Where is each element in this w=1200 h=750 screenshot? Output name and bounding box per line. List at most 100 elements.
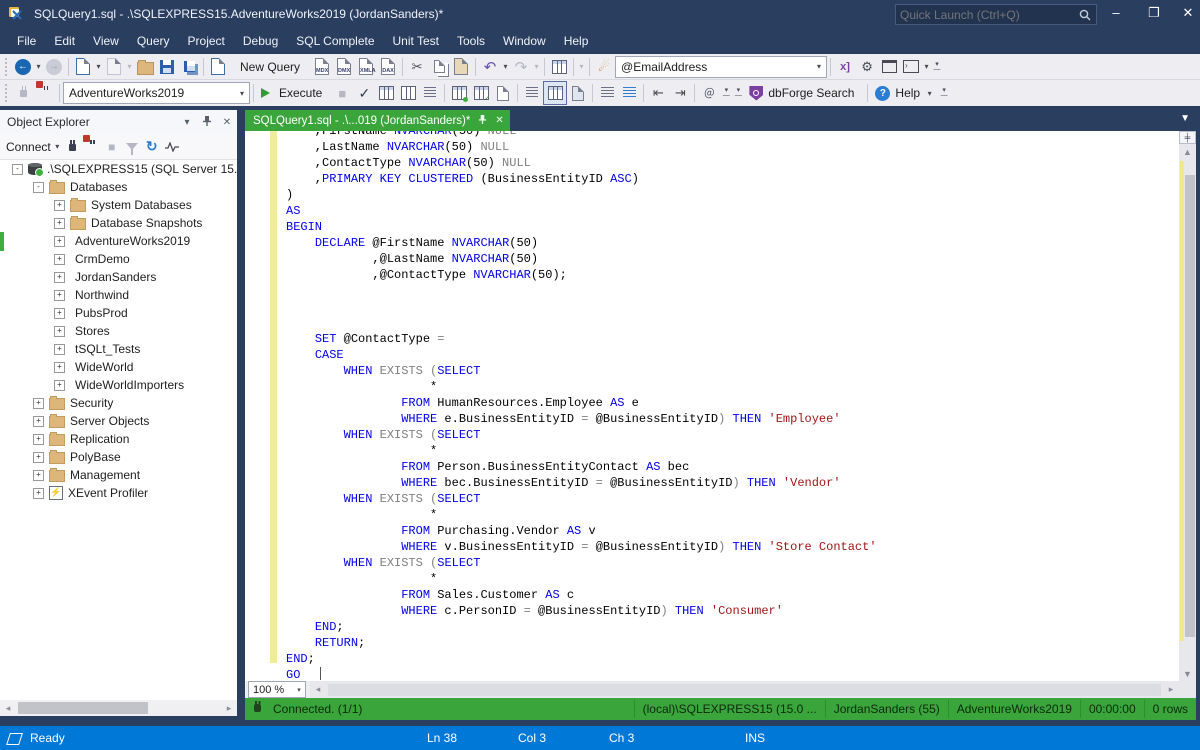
expand-icon[interactable]: + — [33, 416, 44, 427]
expand-icon[interactable]: + — [54, 326, 65, 337]
client-stats-icon[interactable] — [492, 82, 514, 104]
tree-item-jordansanders[interactable]: +JordanSanders — [0, 268, 237, 286]
expand-icon[interactable]: + — [54, 290, 65, 301]
toolbar1-overflow[interactable]: ▾— — [931, 62, 943, 72]
dax-query-icon[interactable]: DAX — [377, 56, 399, 78]
copy-icon[interactable] — [428, 56, 450, 78]
toolbar2-overflow-a[interactable]: ▾— — [720, 88, 732, 98]
query-options-icon[interactable] — [419, 82, 441, 104]
tree-item-server-objects[interactable]: +Server Objects — [0, 412, 237, 430]
scroll-thumb[interactable] — [18, 702, 148, 714]
paste-icon[interactable] — [450, 56, 472, 78]
query-designer-icon[interactable] — [397, 82, 419, 104]
new-file-icon[interactable] — [72, 56, 94, 78]
command-window-icon[interactable]: › — [900, 56, 922, 78]
expand-icon[interactable]: + — [54, 362, 65, 373]
editor-vscrollbar[interactable]: ╪ ▲ ▼ — [1179, 131, 1196, 681]
toolbar-grip[interactable] — [2, 58, 10, 76]
live-stats-icon[interactable]: ✓ — [470, 82, 492, 104]
tree-item-databases[interactable]: -Databases — [0, 178, 237, 196]
quick-launch-box[interactable] — [895, 4, 1097, 25]
toolbox-icon[interactable] — [878, 56, 900, 78]
tree-item-crmdemo[interactable]: +CrmDemo — [0, 250, 237, 268]
zoom-combo[interactable]: 100 %▾ — [248, 681, 306, 698]
expand-icon[interactable]: + — [33, 398, 44, 409]
undo-dropdown[interactable]: ▾ — [501, 56, 510, 78]
expand-icon[interactable]: + — [33, 488, 44, 499]
menu-item-view[interactable]: View — [84, 28, 128, 54]
help-button[interactable]: ? Help ▾ — [871, 82, 938, 104]
tab-list-dropdown[interactable]: ▼ — [1180, 113, 1190, 124]
cancel-query-icon[interactable]: ■ — [331, 82, 353, 104]
estimated-plan-icon[interactable] — [375, 82, 397, 104]
tree-item-polybase[interactable]: +PolyBase — [0, 448, 237, 466]
results-to-text-icon[interactable] — [521, 82, 543, 104]
actual-plan-icon[interactable] — [448, 82, 470, 104]
mdx-query-icon[interactable]: MDX — [311, 56, 333, 78]
connect-icon[interactable] — [12, 82, 34, 104]
connect-button[interactable]: Connect — [6, 140, 51, 154]
tab-sqlquery1[interactable]: SQLQuery1.sql - .\...019 (JordanSanders)… — [245, 110, 510, 131]
tree-item-pubsprod[interactable]: +PubsProd — [0, 304, 237, 322]
redo-dropdown[interactable]: ▾ — [532, 56, 541, 78]
scroll-left-icon[interactable]: ◂ — [310, 684, 326, 695]
menu-item-unit-test[interactable]: Unit Test — [384, 28, 448, 54]
activity-monitor-icon[interactable] — [162, 137, 182, 157]
filter-icon[interactable] — [122, 137, 142, 157]
quick-launch-input[interactable] — [896, 8, 1078, 22]
expand-icon[interactable]: + — [54, 254, 65, 265]
expand-icon[interactable]: + — [54, 218, 65, 229]
save-all-icon[interactable] — [178, 56, 200, 78]
dmx-query-icon[interactable]: DMX — [333, 56, 355, 78]
add-item-icon[interactable] — [103, 56, 125, 78]
tree-item-management[interactable]: +Management — [0, 466, 237, 484]
maximize-button[interactable]: ❐ — [1138, 0, 1170, 26]
minimize-button[interactable]: – — [1100, 0, 1132, 26]
redo-icon[interactable]: ↷ — [510, 56, 532, 78]
stop-icon[interactable]: ■ — [102, 137, 122, 157]
parse-icon[interactable]: ✓ — [353, 82, 375, 104]
collapse-icon[interactable]: - — [33, 182, 44, 193]
email-address-combo[interactable]: @EmailAddress▾ — [615, 56, 827, 78]
close-button[interactable]: ✕ — [1172, 0, 1200, 26]
menu-item-edit[interactable]: Edit — [45, 28, 84, 54]
menu-item-help[interactable]: Help — [555, 28, 598, 54]
results-to-grid-icon[interactable] — [543, 81, 567, 105]
menu-item-project[interactable]: Project — [179, 28, 234, 54]
expand-icon[interactable]: + — [54, 272, 65, 283]
navigate-back-icon[interactable]: ← — [12, 56, 34, 78]
editor-hscrollbar[interactable]: ◂ ▸ — [310, 681, 1179, 698]
tree-item-adventureworks2019[interactable]: +AdventureWorks2019 — [0, 232, 237, 250]
expand-icon[interactable]: + — [54, 200, 65, 211]
open-file-icon[interactable] — [134, 56, 156, 78]
collapse-icon[interactable]: - — [12, 164, 23, 175]
scroll-thumb[interactable] — [1185, 175, 1195, 637]
tree-item-system-databases[interactable]: +System Databases — [0, 196, 237, 214]
expand-icon[interactable]: + — [33, 434, 44, 445]
panel-close-icon[interactable]: ✕ — [217, 117, 237, 128]
decrease-indent-icon[interactable]: ⇤ — [647, 82, 669, 104]
scroll-right-icon[interactable]: ▸ — [1163, 684, 1179, 695]
scroll-thumb[interactable] — [328, 684, 1161, 696]
save-icon[interactable] — [156, 56, 178, 78]
toolbar2-overflow-b[interactable]: ▾— — [732, 88, 744, 98]
connect-object-icon[interactable] — [62, 137, 82, 157]
tree-item-wideworld[interactable]: +WideWorld — [0, 358, 237, 376]
expand-icon[interactable]: + — [33, 470, 44, 481]
add-item-dropdown[interactable]: ▾ — [125, 56, 134, 78]
tree-item-northwind[interactable]: +Northwind — [0, 286, 237, 304]
code-editor[interactable]: ,FirstName NVARCHAR(50) NULL ,LastName N… — [245, 131, 1196, 681]
increase-indent-icon[interactable]: ⇥ — [669, 82, 691, 104]
expand-icon[interactable]: + — [54, 236, 65, 247]
menu-item-window[interactable]: Window — [494, 28, 555, 54]
tree-item-wideworldimporters[interactable]: +WideWorldImporters — [0, 376, 237, 394]
toolbar-options-dropdown[interactable]: ▾ — [577, 56, 586, 78]
sql-complete-icon[interactable]: x] — [834, 56, 856, 78]
wrench-icon[interactable]: ⚙ — [856, 56, 878, 78]
menu-item-tools[interactable]: Tools — [448, 28, 494, 54]
refresh-icon[interactable]: ↻ — [142, 137, 162, 157]
navigate-forward-icon[interactable]: → — [43, 56, 65, 78]
find-icon[interactable]: ☄ — [593, 56, 615, 78]
connect-dropdown[interactable]: ▾ — [53, 136, 62, 158]
tree-item-tsqlt-tests[interactable]: +tSQLt_Tests — [0, 340, 237, 358]
